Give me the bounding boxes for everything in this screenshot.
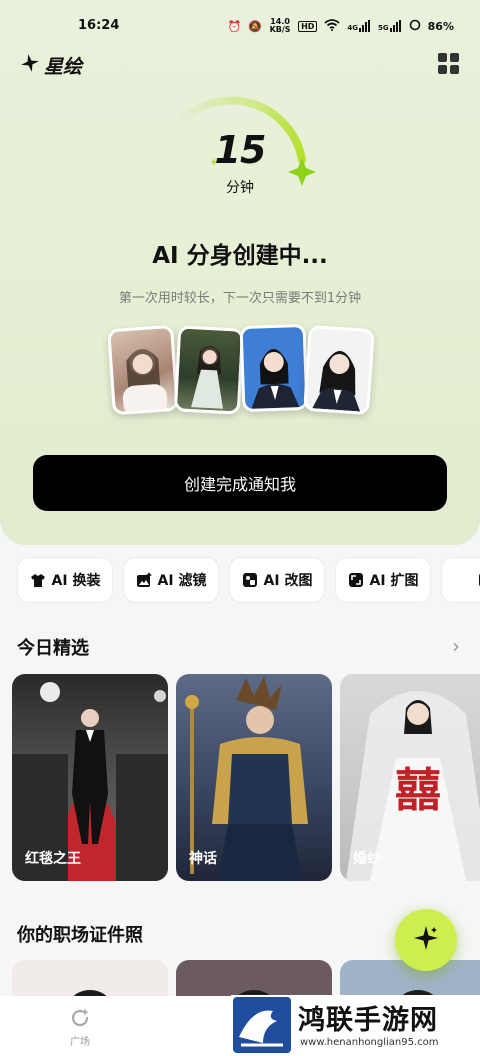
battery-icon [409, 19, 421, 34]
id-photos-section-title: 你的职场证件照 [17, 925, 143, 946]
sample-photo-4 [303, 324, 375, 416]
tool-label: AI 滤镜 [157, 573, 207, 589]
featured-card-wedding[interactable]: 囍 婚纱 [340, 674, 480, 881]
battery-percent: 86% [427, 19, 454, 33]
tool-more[interactable] [441, 557, 480, 603]
tshirt-icon [30, 572, 46, 588]
svg-text:囍: 囍 [395, 763, 441, 817]
app-name: 星绘 [44, 56, 83, 78]
featured-card-label: 红毯之王 [25, 851, 81, 867]
tool-ai-edit[interactable]: AI 改图 [229, 557, 325, 603]
sample-photos [107, 323, 375, 416]
signal-4g: 4G [347, 20, 371, 32]
featured-card-myth[interactable]: 神话 [176, 674, 332, 881]
chevron-right-icon[interactable]: › [452, 634, 460, 658]
sample-photo-2 [173, 325, 245, 415]
alarm-icon: ⏰ [227, 19, 242, 33]
grid-menu-icon[interactable] [438, 53, 460, 75]
ai-tools-row: AI 换装 AI 滤镜 AI 改图 AI 扩图 [17, 557, 480, 605]
timer-value: 15 [214, 128, 267, 172]
sample-photo-1 [107, 324, 179, 416]
net-speed: 14.0 KB/S [269, 17, 291, 34]
signal-5g-label: 5G [378, 24, 389, 32]
tool-label: AI 改图 [263, 573, 313, 589]
featured-card-red-carpet[interactable]: 红毯之王 [12, 674, 168, 881]
signal-4g-label: 4G [347, 24, 359, 32]
mute-icon: 🔕 [248, 19, 263, 33]
tool-ai-outfit[interactable]: AI 换装 [17, 557, 113, 603]
featured-section-title: 今日精选 [17, 638, 89, 659]
featured-card-label: 婚纱 [353, 851, 381, 867]
hero-panel: 16:24 ⏰ 🔕 14.0 KB/S HD 4G 5G 86% 星绘 15 分… [0, 0, 480, 545]
sparkle-logo-icon [20, 53, 40, 78]
tool-ai-expand[interactable]: AI 扩图 [335, 557, 431, 603]
watermark-text: 鸿联手游网 [298, 1005, 438, 1036]
creation-status-subtitle: 第一次用时较长，下一次只需要不到1分钟 [118, 291, 362, 306]
watermark-logo [233, 997, 291, 1053]
expand-icon [348, 572, 364, 588]
notify-when-done-button[interactable]: 创建完成通知我 [33, 455, 447, 511]
featured-cards: 红毯之王 神话 囍 婚纱 [12, 674, 480, 882]
filter-icon [136, 572, 152, 588]
watermark-url: www.henanhonglian95.com [300, 1037, 439, 1048]
creation-status-title: AI 分身创建中... [152, 243, 328, 269]
tool-label: AI 换装 [51, 573, 101, 589]
featured-card-label: 神话 [189, 851, 217, 867]
status-time: 16:24 [78, 18, 120, 33]
hd-badge: HD [298, 20, 318, 32]
sample-photo-3 [239, 323, 309, 413]
timer-unit: 分钟 [226, 180, 254, 196]
sparkle-icon [413, 925, 439, 955]
wifi-icon [324, 18, 340, 34]
app-logo: 星绘 [20, 52, 82, 79]
tool-label: AI 扩图 [369, 573, 419, 589]
tool-ai-filter[interactable]: AI 滤镜 [123, 557, 219, 603]
status-icons: ⏰ 🔕 14.0 KB/S HD 4G 5G 86% [228, 18, 454, 34]
refresh-sparkle-icon [68, 1008, 92, 1033]
tab-label: 广场 [70, 1037, 90, 1048]
signal-5g: 5G [378, 20, 402, 32]
edit-image-icon [242, 572, 258, 588]
status-bar: 16:24 ⏰ 🔕 14.0 KB/S HD 4G 5G 86% [0, 18, 480, 38]
create-fab-button[interactable] [395, 909, 457, 971]
tab-plaza[interactable]: 广场 [58, 1006, 102, 1048]
watermark: 鸿联手游网 www.henanhonglian95.com [231, 995, 480, 1056]
